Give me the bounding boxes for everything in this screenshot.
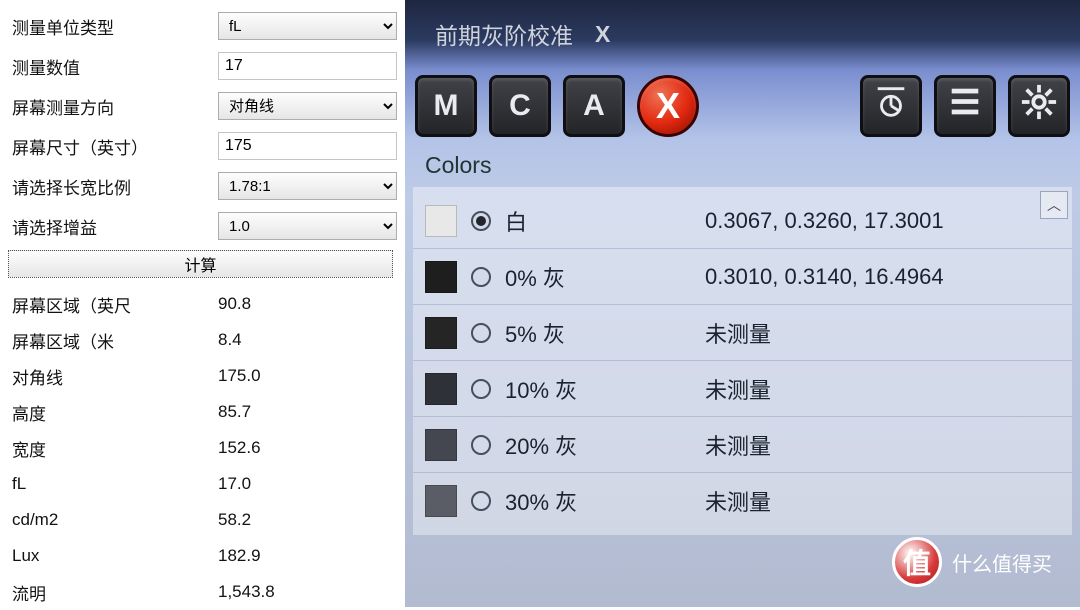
- input-3[interactable]: [218, 132, 397, 160]
- color-row[interactable]: 30% 灰未测量: [413, 473, 1072, 529]
- color-row[interactable]: 0% 灰0.3010, 0.3140, 16.4964: [413, 249, 1072, 305]
- calculate-button[interactable]: 计算: [8, 250, 393, 278]
- color-swatch: [425, 261, 457, 293]
- color-radio[interactable]: [471, 323, 491, 343]
- field-label: 测量数值: [8, 54, 218, 79]
- toolbar: M C A X: [405, 68, 1080, 144]
- field-label: 请选择增益: [8, 214, 218, 239]
- gear-icon: [1020, 83, 1058, 129]
- color-value: 0.3010, 0.3140, 16.4964: [705, 264, 944, 290]
- tab-close-icon[interactable]: X: [595, 21, 610, 48]
- form-row: 请选择长宽比例1.78:1: [8, 168, 397, 204]
- color-value: 未测量: [705, 485, 771, 517]
- form-row: 请选择增益1.0: [8, 208, 397, 244]
- color-value: 0.3067, 0.3260, 17.3001: [705, 208, 944, 234]
- form-row: 测量单位类型fL: [8, 8, 397, 44]
- toolbar-settings-button[interactable]: [1008, 75, 1070, 137]
- result-label: Lux: [8, 546, 218, 566]
- result-value: 8.4: [218, 330, 242, 350]
- color-row[interactable]: 20% 灰未测量: [413, 417, 1072, 473]
- color-swatch: [425, 373, 457, 405]
- result-row: 对角线175.0: [8, 358, 397, 394]
- result-label: 对角线: [8, 364, 218, 389]
- result-row: 屏幕区域（英尺90.8: [8, 286, 397, 322]
- select-5[interactable]: 1.0: [218, 212, 397, 240]
- toolbar-a-button[interactable]: A: [563, 75, 625, 137]
- calibration-window: 前期灰阶校准 X M C A X: [405, 0, 1080, 607]
- result-row: 流明1,543.8: [8, 574, 397, 610]
- color-radio[interactable]: [471, 267, 491, 287]
- field-label: 屏幕测量方向: [8, 94, 218, 119]
- color-name: 0% 灰: [505, 261, 705, 293]
- toolbar-delete-button[interactable]: X: [637, 75, 699, 137]
- result-label: 宽度: [8, 436, 218, 461]
- result-row: Lux182.9: [8, 538, 397, 574]
- result-value: 152.6: [218, 438, 261, 458]
- color-row[interactable]: 10% 灰未测量: [413, 361, 1072, 417]
- result-value: 175.0: [218, 366, 261, 386]
- color-value: 未测量: [705, 429, 771, 461]
- color-name: 30% 灰: [505, 485, 705, 517]
- color-radio[interactable]: [471, 491, 491, 511]
- toolbar-options-button[interactable]: [934, 75, 996, 137]
- colors-list: ︿ 白0.3067, 0.3260, 17.30010% 灰0.3010, 0.…: [413, 187, 1072, 535]
- toolbar-chart-button[interactable]: [860, 75, 922, 137]
- section-title-colors: Colors: [405, 144, 1080, 183]
- form-row: 屏幕测量方向对角线: [8, 88, 397, 124]
- result-value: 1,543.8: [218, 582, 275, 602]
- result-row: 宽度152.6: [8, 430, 397, 466]
- result-value: 17.0: [218, 474, 251, 494]
- result-row: 屏幕区域（米8.4: [8, 322, 397, 358]
- toolbar-m-button[interactable]: M: [415, 75, 477, 137]
- result-label: 流明: [8, 580, 218, 605]
- color-swatch: [425, 485, 457, 517]
- form-row: 屏幕尺寸（英寸）: [8, 128, 397, 164]
- chevron-up-icon: ︿: [1047, 195, 1061, 215]
- field-label: 屏幕尺寸（英寸）: [8, 134, 218, 159]
- result-row: 高度85.7: [8, 394, 397, 430]
- color-value: 未测量: [705, 317, 771, 349]
- color-name: 5% 灰: [505, 317, 705, 349]
- result-label: fL: [8, 474, 218, 494]
- select-4[interactable]: 1.78:1: [218, 172, 397, 200]
- toolbar-c-button[interactable]: C: [489, 75, 551, 137]
- select-2[interactable]: 对角线: [218, 92, 397, 120]
- result-row: cd/m258.2: [8, 502, 397, 538]
- watermark-badge: 值: [892, 537, 942, 587]
- calculator-form: 测量单位类型fL测量数值屏幕测量方向对角线屏幕尺寸（英寸）请选择长宽比例1.78…: [0, 0, 405, 607]
- color-name: 20% 灰: [505, 429, 705, 461]
- color-row[interactable]: 5% 灰未测量: [413, 305, 1072, 361]
- chart-icon: [872, 83, 910, 129]
- field-label: 请选择长宽比例: [8, 174, 218, 199]
- result-label: 屏幕区域（米: [8, 328, 218, 353]
- color-value: 未测量: [705, 373, 771, 405]
- color-name: 10% 灰: [505, 373, 705, 405]
- tab-title[interactable]: 前期灰阶校准: [435, 17, 573, 51]
- result-value: 182.9: [218, 546, 261, 566]
- result-value: 58.2: [218, 510, 251, 530]
- result-value: 85.7: [218, 402, 251, 422]
- color-row[interactable]: 白0.3067, 0.3260, 17.3001: [413, 193, 1072, 249]
- color-name: 白: [505, 205, 705, 237]
- window-tabbar: 前期灰阶校准 X: [405, 0, 1080, 68]
- color-radio[interactable]: [471, 435, 491, 455]
- input-1[interactable]: [218, 52, 397, 80]
- field-label: 测量单位类型: [8, 14, 218, 39]
- result-row: fL17.0: [8, 466, 397, 502]
- watermark: 值 什么值得买: [878, 529, 1066, 595]
- sliders-icon: [946, 83, 984, 129]
- result-label: 高度: [8, 400, 218, 425]
- result-label: cd/m2: [8, 510, 218, 530]
- watermark-text: 什么值得买: [952, 548, 1052, 577]
- scroll-up-button[interactable]: ︿: [1040, 191, 1068, 219]
- select-0[interactable]: fL: [218, 12, 397, 40]
- color-swatch: [425, 429, 457, 461]
- result-value: 90.8: [218, 294, 251, 314]
- color-radio[interactable]: [471, 211, 491, 231]
- color-swatch: [425, 317, 457, 349]
- color-swatch: [425, 205, 457, 237]
- result-label: 屏幕区域（英尺: [8, 292, 218, 317]
- form-row: 测量数值: [8, 48, 397, 84]
- color-radio[interactable]: [471, 379, 491, 399]
